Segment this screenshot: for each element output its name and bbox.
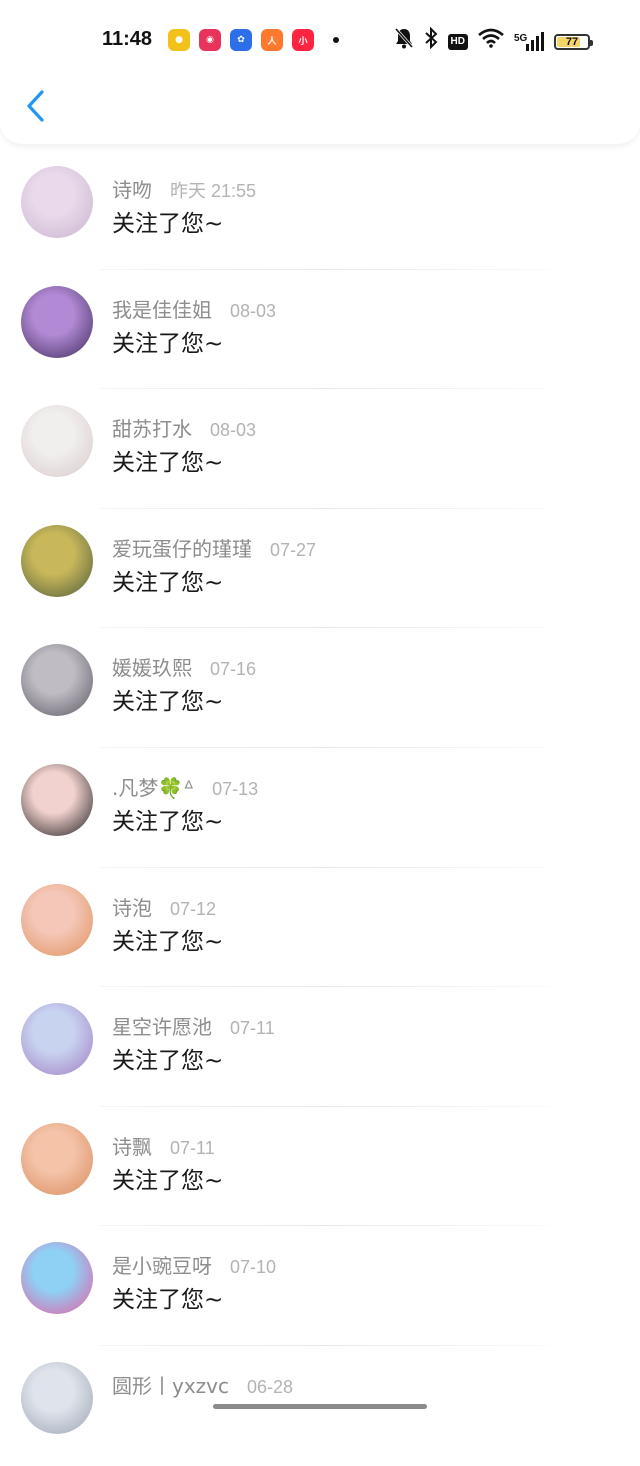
- app-icon-baidu: ✿: [230, 29, 252, 51]
- user-avatar[interactable]: [21, 763, 93, 836]
- list-item[interactable]: 是小豌豆呀 07-10 关注了您~: [0, 1226, 640, 1346]
- follow-time: 08-03: [230, 300, 277, 321]
- follow-time: 07-12: [170, 898, 217, 919]
- name-row: 是小豌豆呀 07-10: [112, 1250, 276, 1279]
- cellular-signal-icon: 5G: [514, 31, 544, 53]
- back-button[interactable]: [18, 84, 52, 128]
- wifi-icon: [478, 28, 504, 55]
- list-item[interactable]: 媛媛玖熙 07-16 关注了您~: [0, 628, 640, 748]
- follow-time: 08-03: [210, 420, 257, 441]
- user-avatar[interactable]: [21, 1242, 93, 1315]
- list-item[interactable]: .凡梦🍀ᐞ 07-13 关注了您~: [0, 748, 640, 868]
- user-name[interactable]: 我是佳佳姐: [112, 294, 212, 323]
- chevron-left-icon: [27, 90, 44, 122]
- notification-dot-icon: [333, 37, 339, 43]
- name-row: 诗吻 昨天 21:55: [112, 174, 256, 203]
- name-row: 圆形丨yxzvc 06-28: [112, 1370, 293, 1399]
- status-time: 11:48: [102, 28, 153, 50]
- list-item[interactable]: 爱玩蛋仔的瑾瑾 07-27 关注了您~: [0, 509, 640, 629]
- notification-message: 关注了您~: [112, 1287, 224, 1314]
- status-system-icons: HD 5G 77: [394, 26, 593, 56]
- name-row: 星空许愿池 07-11: [112, 1011, 275, 1040]
- user-name[interactable]: 甜苏打水: [112, 413, 192, 442]
- app-icon-red-bird: ◉: [199, 29, 221, 51]
- app-icon-orange: 人: [261, 29, 283, 51]
- follow-time: 07-16: [210, 659, 257, 680]
- follower-notification-list: 诗吻 昨天 21:55 关注了您~ 我是佳佳姐 08-03 关注了您~ 甜苏打水 08-03 关…: [0, 150, 640, 1466]
- user-avatar[interactable]: [21, 405, 93, 478]
- follow-time: 07-27: [270, 539, 317, 560]
- follow-time: 07-11: [230, 1018, 275, 1039]
- battery-icon: 77: [554, 33, 593, 50]
- notification-message: 关注了您~: [112, 928, 224, 955]
- user-avatar[interactable]: [21, 1003, 93, 1076]
- name-row: 甜苏打水 08-03: [112, 413, 256, 442]
- user-name[interactable]: 爱玩蛋仔的瑾瑾: [112, 533, 252, 562]
- user-avatar[interactable]: [21, 883, 93, 956]
- notification-message: 关注了您~: [112, 450, 224, 477]
- user-name[interactable]: 诗泡: [112, 892, 152, 921]
- list-item[interactable]: 诗泡 07-12 关注了您~: [0, 868, 640, 988]
- notification-message: 关注了您~: [112, 1167, 224, 1194]
- follow-time: 昨天 21:55: [170, 181, 257, 201]
- user-name[interactable]: 媛媛玖熙: [112, 652, 192, 681]
- status-app-icons: ● ◉ ✿ 人小: [168, 29, 339, 51]
- user-name[interactable]: .凡梦🍀ᐞ: [112, 772, 194, 801]
- user-name[interactable]: 圆形丨yxzvc: [112, 1370, 229, 1399]
- home-indicator[interactable]: [213, 1404, 427, 1409]
- user-name[interactable]: 诗飘: [112, 1131, 152, 1160]
- user-avatar[interactable]: [21, 1122, 93, 1195]
- app-icon-green: ●: [168, 29, 190, 51]
- user-name[interactable]: 诗吻: [112, 174, 152, 203]
- notification-message: 关注了您~: [112, 1048, 224, 1075]
- user-name[interactable]: 星空许愿池: [112, 1011, 212, 1040]
- user-avatar[interactable]: [21, 644, 93, 717]
- notification-message: 关注了您~: [112, 569, 224, 596]
- notification-message: 关注了您~: [112, 689, 224, 716]
- list-item[interactable]: 诗飘 07-11 关注了您~: [0, 1107, 640, 1227]
- list-item[interactable]: 诗吻 昨天 21:55 关注了您~: [0, 150, 640, 270]
- list-item[interactable]: 甜苏打水 08-03 关注了您~: [0, 389, 640, 509]
- list-item[interactable]: 星空许愿池 07-11 关注了您~: [0, 987, 640, 1107]
- mute-bell-icon: [394, 27, 414, 56]
- list-item[interactable]: 我是佳佳姐 08-03 关注了您~: [0, 270, 640, 390]
- user-name[interactable]: 是小豌豆呀: [112, 1250, 212, 1279]
- top-nav-bar: [0, 60, 640, 144]
- user-avatar[interactable]: [21, 524, 93, 597]
- bluetooth-icon: [424, 26, 438, 56]
- user-avatar[interactable]: [21, 285, 93, 358]
- app-icon-xiaohongshu: 小: [292, 29, 314, 51]
- name-row: 媛媛玖熙 07-16: [112, 652, 256, 681]
- notification-message: 关注了您~: [112, 808, 224, 835]
- follow-time: 07-13: [212, 778, 259, 799]
- name-row: 我是佳佳姐 08-03: [112, 294, 276, 323]
- user-avatar[interactable]: [21, 1361, 93, 1434]
- follow-time: 07-11: [170, 1137, 215, 1158]
- user-avatar[interactable]: [21, 166, 93, 238]
- battery-level: 77: [565, 35, 579, 48]
- name-row: 爱玩蛋仔的瑾瑾 07-27: [112, 533, 316, 562]
- name-row: 诗泡 07-12: [112, 892, 216, 921]
- notification-message: 关注了您~: [112, 211, 224, 237]
- follow-time: 06-28: [247, 1376, 294, 1397]
- hd-icon: HD: [447, 33, 468, 50]
- notification-message: 关注了您~: [112, 330, 224, 357]
- name-row: 诗飘 07-11: [112, 1131, 215, 1160]
- follow-time: 07-10: [230, 1257, 277, 1278]
- name-row: .凡梦🍀ᐞ 07-13: [112, 772, 258, 801]
